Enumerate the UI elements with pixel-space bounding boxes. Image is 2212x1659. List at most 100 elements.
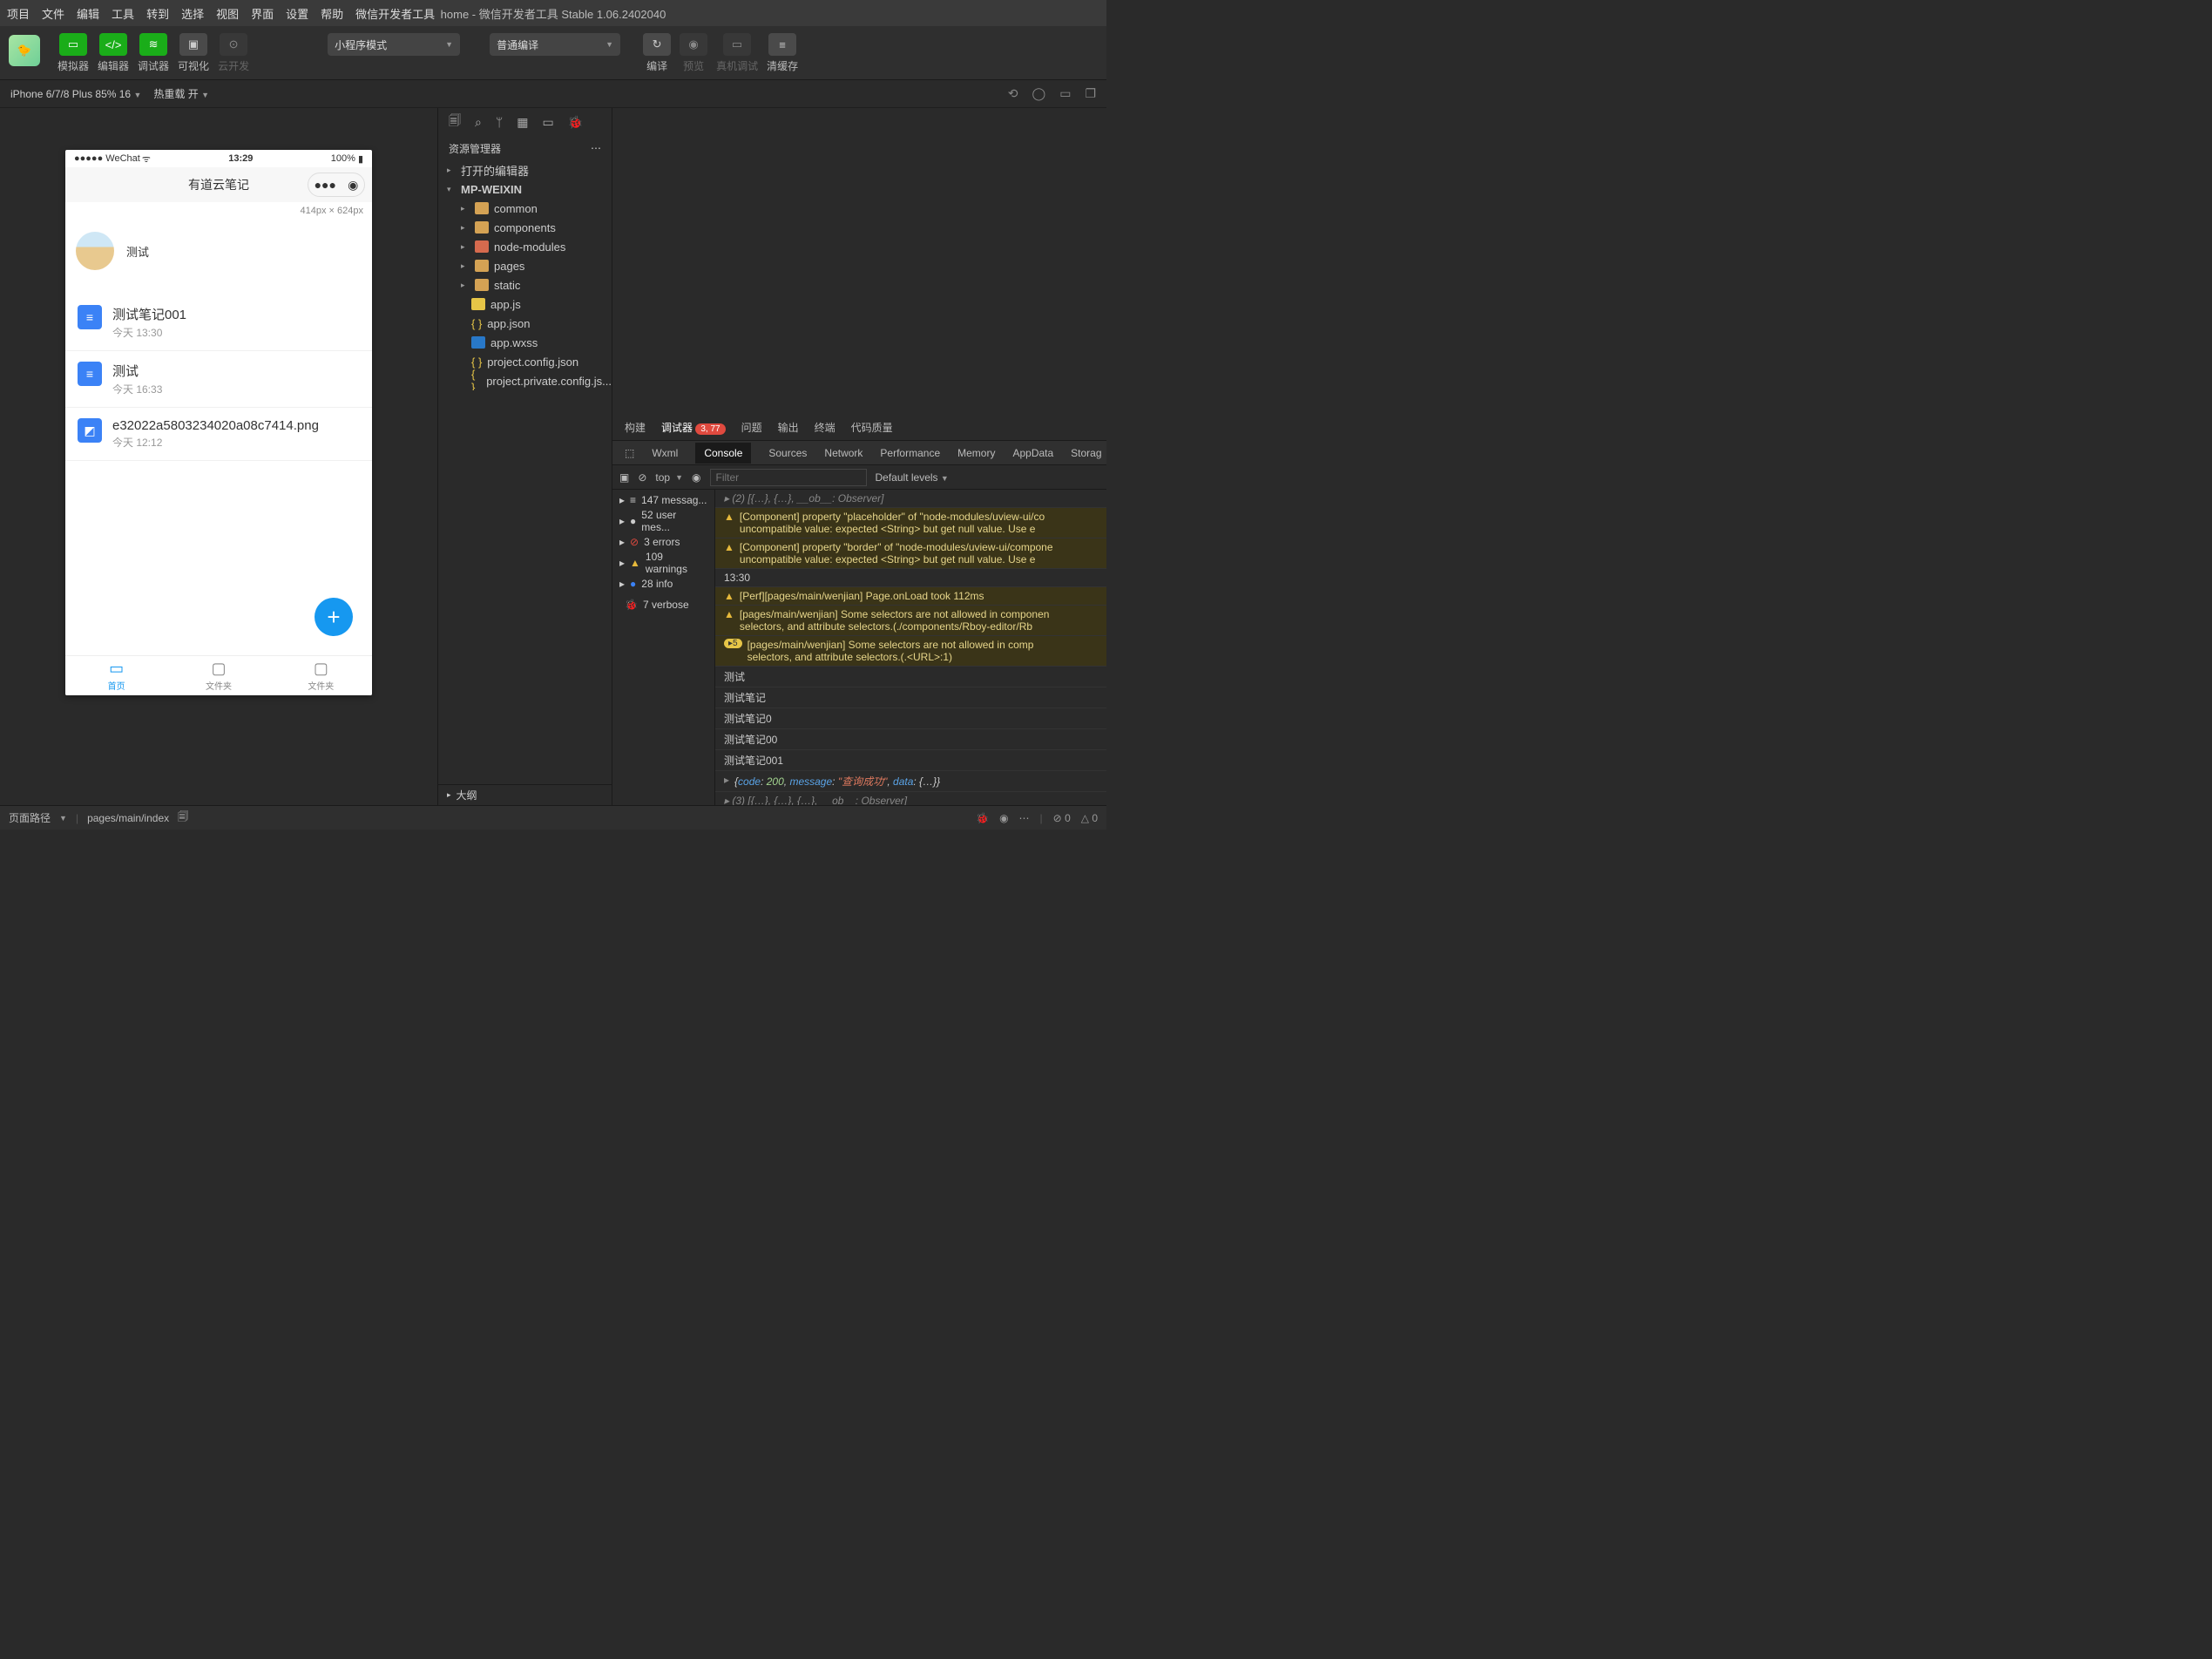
tree-folder[interactable]: ▸static	[438, 275, 612, 295]
menu-item[interactable]: 视图	[216, 5, 239, 22]
menu-item[interactable]: 设置	[286, 5, 308, 22]
compile-dropdown[interactable]: 普通编译▼	[490, 33, 620, 56]
tree-file[interactable]: app.wxss	[438, 333, 612, 352]
console-line[interactable]: 测试笔记	[715, 687, 1106, 708]
devtab-performance[interactable]: Performance	[880, 447, 940, 459]
console-line[interactable]: ▲[Component] property "border" of "node-…	[715, 538, 1106, 569]
eye-icon[interactable]: ◉	[999, 812, 1008, 824]
stop-icon[interactable]: ◯	[1032, 86, 1046, 101]
visual-button[interactable]: ▣	[179, 33, 207, 56]
layout-icon[interactable]: ▭	[542, 115, 553, 130]
note-item[interactable]: ≡ 测试今天 16:33	[65, 351, 372, 408]
remote-button[interactable]: ▭	[723, 33, 751, 56]
inspect-icon[interactable]: ⬚	[625, 447, 634, 459]
console-line[interactable]: ▲[Perf][pages/main/wenjian] Page.onLoad …	[715, 587, 1106, 606]
console-line[interactable]: ▲[pages/main/wenjian] Some selectors are…	[715, 606, 1106, 636]
git-icon[interactable]: ᛘ	[496, 115, 503, 129]
tree-file[interactable]: { }app.json	[438, 314, 612, 333]
console-line[interactable]: ▸ (3) [{…}, {…}, {…}, __ob__: Observer]	[715, 792, 1106, 805]
console-line[interactable]: ▲[Component] property "placeholder" of "…	[715, 508, 1106, 538]
copy-icon[interactable]: 🗐	[178, 809, 188, 827]
devtab-wxml[interactable]: Wxml	[652, 447, 678, 459]
more-icon[interactable]: ⋯	[1019, 812, 1030, 824]
debugger-button[interactable]: ≋	[139, 33, 167, 56]
sidebar-row[interactable]: ▸●28 info	[612, 573, 714, 594]
sidebar-row[interactable]: ▸≡147 messag...	[612, 490, 714, 511]
window-icon[interactable]: ❐	[1085, 86, 1096, 101]
bug-icon[interactable]: 🐞	[568, 115, 583, 130]
devtab-network[interactable]: Network	[824, 447, 862, 459]
menu-item[interactable]: 编辑	[77, 5, 99, 22]
menu-item[interactable]: 帮助	[321, 5, 343, 22]
note-item[interactable]: ◩ e32022a5803234020a08c7414.png今天 12:12	[65, 408, 372, 461]
cache-button[interactable]: ≡	[768, 33, 796, 56]
tree-section[interactable]: ▾MP-WEIXIN	[438, 179, 612, 199]
search-icon[interactable]: ⌕	[475, 115, 482, 130]
menu-item[interactable]: 界面	[251, 5, 274, 22]
add-fab-button[interactable]: +	[315, 598, 353, 636]
warning-count[interactable]: △ 0	[1081, 812, 1098, 824]
tree-folder[interactable]: ▸pages	[438, 256, 612, 275]
tab-build[interactable]: 构建	[625, 420, 646, 435]
hot-reload-toggle[interactable]: 热重载 开 ▼	[153, 86, 209, 101]
console-line[interactable]: 测试笔记0	[715, 708, 1106, 729]
files-icon[interactable]: 🗐	[449, 112, 461, 132]
tab-problems[interactable]: 问题	[741, 420, 762, 435]
sidebar-row[interactable]: ▸⊘3 errors	[612, 532, 714, 552]
bug-icon[interactable]: 🐞	[976, 812, 989, 824]
sidebar-row[interactable]: 🐞7 verbose	[612, 594, 714, 615]
extensions-icon[interactable]: ▦	[517, 115, 528, 130]
console-line[interactable]: 13:30	[715, 569, 1106, 587]
sidebar-toggle-icon[interactable]: ▣	[619, 471, 629, 484]
devtab-console[interactable]: Console	[695, 443, 751, 464]
tree-folder[interactable]: ▸node-modules	[438, 237, 612, 256]
device-selector[interactable]: iPhone 6/7/8 Plus 85% 16 ▼	[10, 88, 141, 100]
console-line[interactable]: 测试笔记00	[715, 729, 1106, 750]
tab-output[interactable]: 输出	[778, 420, 799, 435]
levels-selector[interactable]: Default levels ▼	[876, 471, 949, 484]
status-path[interactable]: pages/main/index	[87, 812, 169, 824]
refresh-icon[interactable]: ⟲	[1008, 86, 1018, 101]
tree-section[interactable]: ▸打开的编辑器	[438, 160, 612, 179]
user-row[interactable]: 测试	[65, 220, 372, 282]
menu-item[interactable]: 转到	[146, 5, 169, 22]
tree-folder[interactable]: ▸components	[438, 218, 612, 237]
device-icon[interactable]: ▭	[1059, 86, 1071, 101]
user-avatar[interactable]: 🐤	[9, 35, 40, 66]
eye-icon[interactable]: ◉	[692, 471, 700, 484]
console-line[interactable]: 测试笔记001	[715, 750, 1106, 771]
more-icon[interactable]: ⋯	[591, 142, 601, 154]
console-messages[interactable]: ▸ (2) [{…}, {…}, __ob__: Observer] ▲[Com…	[715, 490, 1106, 805]
tab-quality[interactable]: 代码质量	[851, 420, 893, 435]
simulator-button[interactable]: ▭	[59, 33, 87, 56]
tab-folder[interactable]: ▢文件夹	[167, 656, 269, 695]
devtab-sources[interactable]: Sources	[768, 447, 807, 459]
sidebar-row[interactable]: ▸▲109 warnings	[612, 552, 714, 573]
outline-header[interactable]: ▸大纲	[438, 784, 612, 805]
tree-file[interactable]: { }project.config.json	[438, 352, 612, 371]
tab-terminal[interactable]: 终端	[815, 420, 835, 435]
capsule-button[interactable]: ●●●◉	[308, 173, 365, 197]
tab-home[interactable]: ▭首页	[65, 656, 167, 695]
tab-debugger[interactable]: 调试器 3, 77	[661, 420, 726, 435]
devtab-storage[interactable]: Storag	[1071, 447, 1101, 459]
console-line[interactable]: ▸ {code: 200, message: "查询成功", data: {…}…	[715, 771, 1106, 792]
console-line[interactable]: ▸ (2) [{…}, {…}, __ob__: Observer]	[715, 490, 1106, 508]
console-line[interactable]: 测试	[715, 667, 1106, 687]
menu-item[interactable]: 工具	[112, 5, 134, 22]
menu-item[interactable]: 文件	[42, 5, 64, 22]
mode-dropdown[interactable]: 小程序模式▼	[328, 33, 460, 56]
menu-item[interactable]: 项目	[7, 5, 30, 22]
tree-folder[interactable]: ▸common	[438, 199, 612, 218]
devtab-appdata[interactable]: AppData	[1012, 447, 1053, 459]
menu-item[interactable]: 选择	[181, 5, 204, 22]
phone-body[interactable]: 测试 ≡ 测试笔记001今天 13:30 ≡ 测试今天 16:33 ◩ e320…	[65, 220, 372, 655]
tree-file[interactable]: { }project.private.config.js...	[438, 371, 612, 390]
note-item[interactable]: ≡ 测试笔记001今天 13:30	[65, 295, 372, 351]
tab-folder2[interactable]: ▢文件夹	[270, 656, 372, 695]
devtab-memory[interactable]: Memory	[957, 447, 995, 459]
cloud-button[interactable]: ⊙	[220, 33, 247, 56]
error-count[interactable]: ⊘ 0	[1053, 812, 1071, 824]
console-line[interactable]: ▸5[pages/main/wenjian] Some selectors ar…	[715, 636, 1106, 667]
preview-button[interactable]: ◉	[680, 33, 707, 56]
